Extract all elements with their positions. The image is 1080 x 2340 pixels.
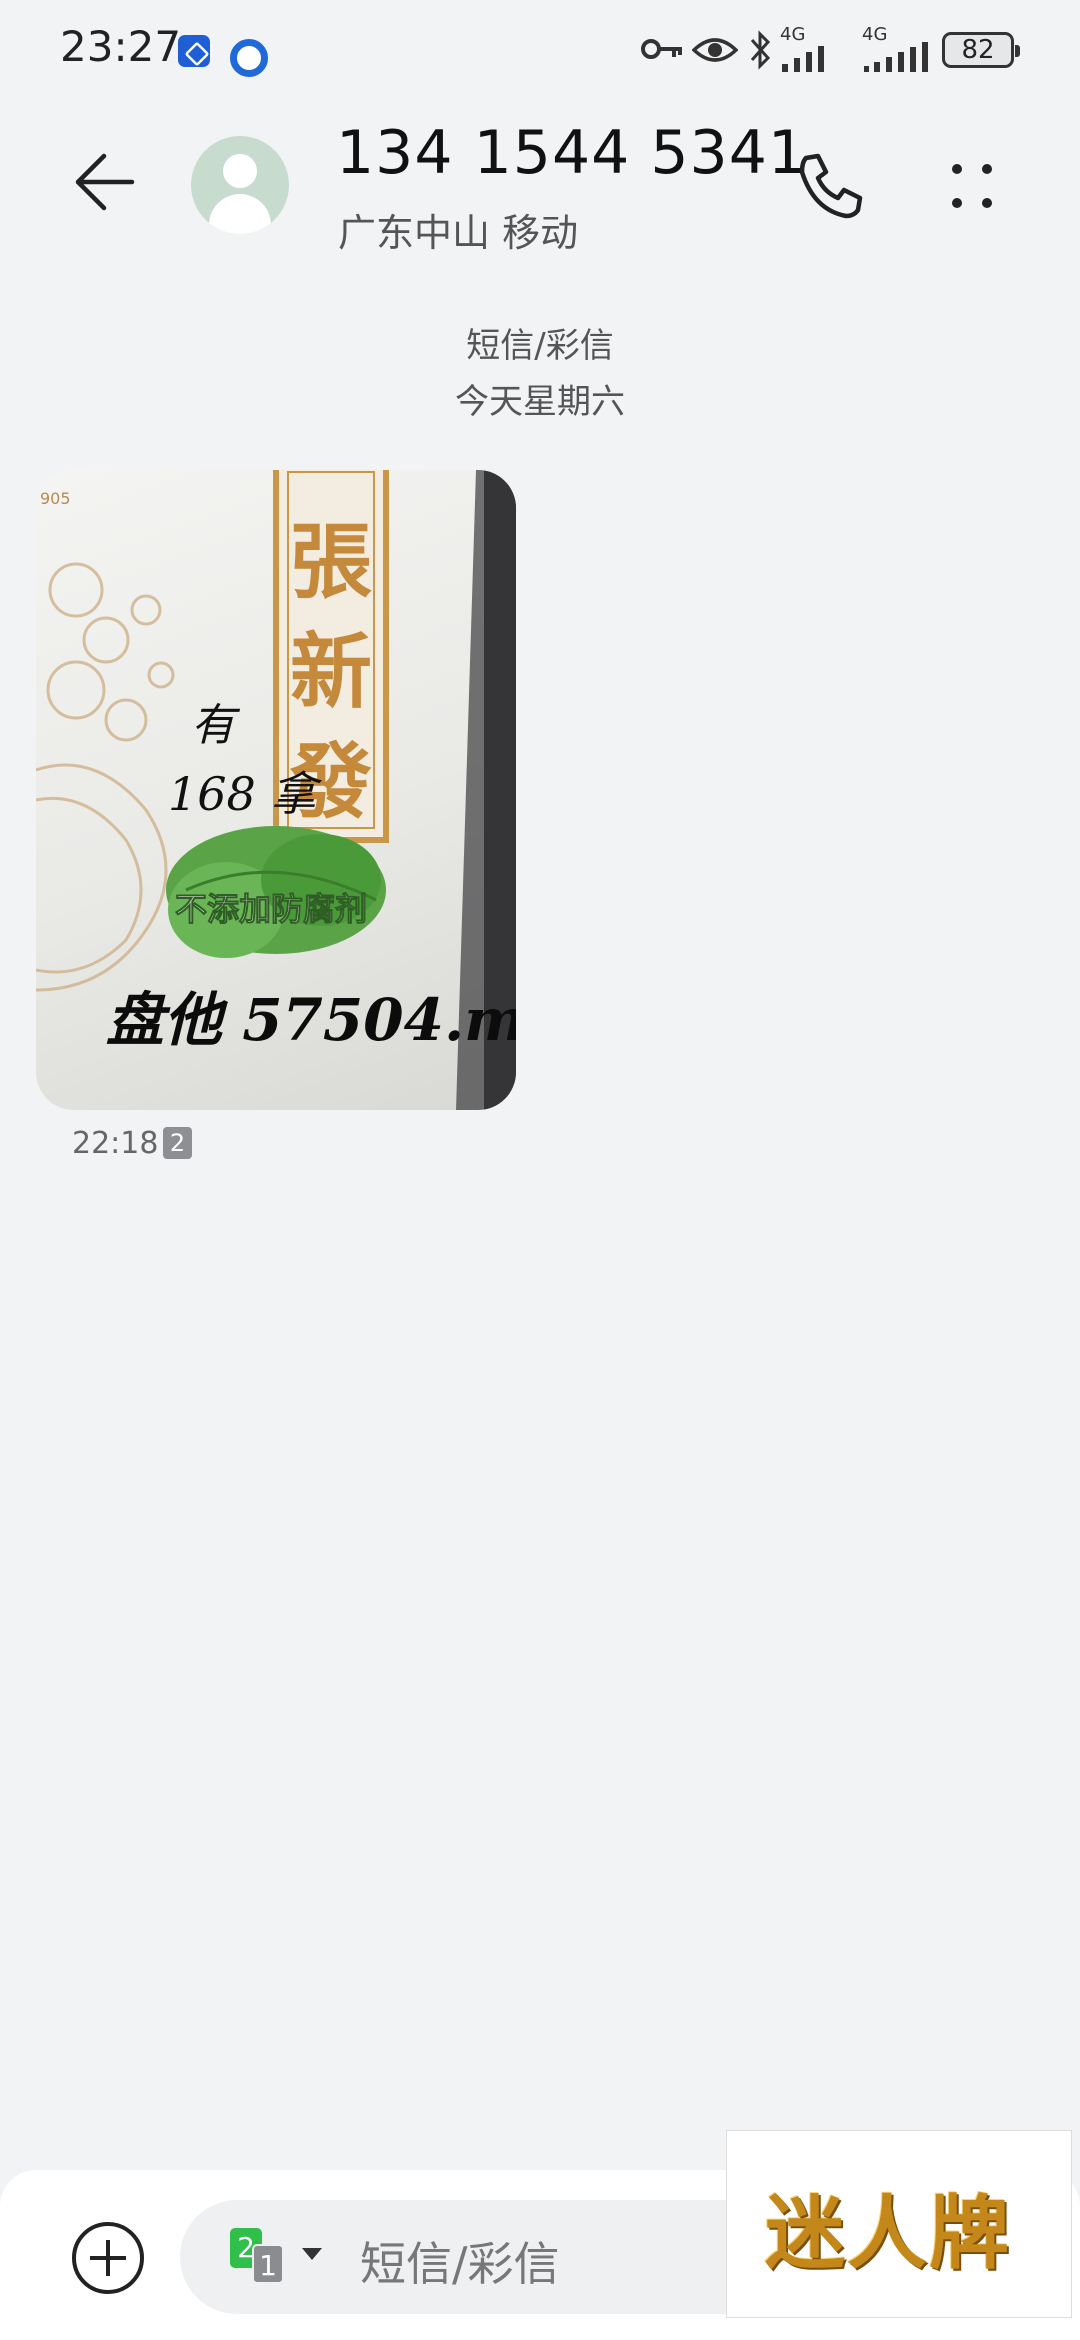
sim-selector[interactable]: 2 1	[230, 2228, 326, 2288]
phone-icon	[799, 153, 863, 219]
message-sim-badge: 2	[163, 1127, 192, 1159]
notification-circle-icon	[226, 35, 268, 77]
bluetooth-icon	[750, 30, 771, 70]
brand-char: 張	[290, 514, 372, 610]
eye-icon	[692, 38, 738, 62]
conversation-date-label: 今天星期六	[455, 382, 625, 422]
signal-4g-icon: 4G	[862, 24, 938, 72]
brand-char: 新	[290, 624, 372, 720]
arrow-left-icon	[75, 153, 135, 211]
signal-4g-icon: 4G	[780, 24, 844, 72]
notification-app-icon	[178, 35, 210, 67]
conversation-header: 134 1544 5341 广东中山 移动	[0, 100, 1080, 280]
message-time: 22:18	[72, 1126, 159, 1161]
watermark-text: 迷人牌	[765, 2186, 1011, 2280]
corner-text: 905	[40, 489, 71, 508]
leaf-label: 不添加防腐剂	[175, 890, 367, 928]
more-options-button[interactable]	[930, 144, 1014, 228]
add-attachment-button[interactable]	[72, 2222, 144, 2294]
call-button[interactable]	[788, 144, 872, 228]
message-input-placeholder: 短信/彩信	[360, 2237, 560, 2291]
avatar[interactable]	[191, 136, 289, 234]
handwritten-text-bottom: 盘他 57504.me	[106, 986, 516, 1054]
dot-icon	[952, 164, 962, 174]
status-icons: 4G 4G 82	[640, 24, 1080, 76]
dot-icon	[952, 198, 962, 208]
back-button[interactable]	[66, 140, 150, 224]
status-bar: 23:27 4G 4G 82	[0, 0, 1080, 100]
dot-icon	[982, 164, 992, 174]
conversation-type-label: 短信/彩信	[466, 326, 614, 366]
screen: 23:27 4G 4G 82 134 1544 5341 广东中山 移动 短信/…	[0, 0, 1080, 2340]
contact-number[interactable]: 134 1544 5341	[336, 118, 807, 188]
dot-icon	[982, 198, 992, 208]
status-time: 23:27	[60, 22, 182, 71]
sim-secondary-badge: 1	[252, 2244, 284, 2284]
contact-location: 广东中山 移动	[338, 211, 579, 255]
key-icon	[641, 39, 682, 59]
battery-level: 82	[961, 35, 995, 65]
chevron-down-icon	[302, 2248, 322, 2260]
avatar-head	[223, 154, 257, 188]
battery-icon: 82	[942, 32, 1020, 68]
message-image-illustration: 張新發 不添加防腐剂 有 168 拿 盘他 57504.me 905	[36, 470, 516, 1110]
handwritten-text-2: 168 拿	[168, 767, 322, 821]
message-image[interactable]: 張新發 不添加防腐剂 有 168 拿 盘他 57504.me 905	[36, 470, 516, 1110]
watermark: 迷人牌	[726, 2130, 1072, 2318]
avatar-body	[209, 194, 271, 234]
handwritten-text-1: 有	[191, 700, 241, 751]
